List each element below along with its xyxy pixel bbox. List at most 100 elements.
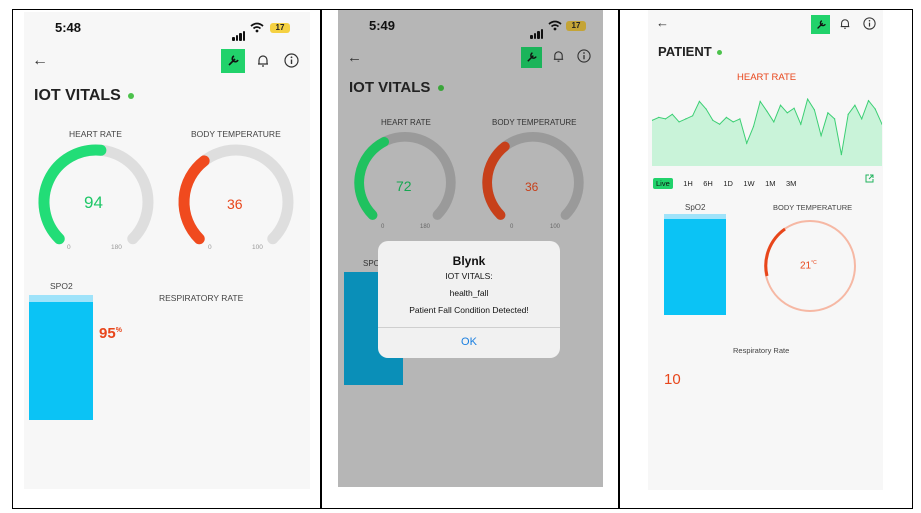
alert-divider <box>378 327 560 328</box>
alert-source: IOT VITALS: <box>445 271 493 281</box>
body-temp-value: 36 <box>227 196 243 212</box>
dashboard-title: IOT VITALS <box>349 79 444 96</box>
range-1w[interactable]: 1W <box>743 179 754 188</box>
chart-point <box>874 108 876 110</box>
chart-point <box>719 123 721 125</box>
back-arrow-icon[interactable]: ← <box>347 49 362 66</box>
spo2-bar-track <box>29 295 93 302</box>
heart-rate-value: 94 <box>84 193 103 212</box>
body-temp-value-number: 21 <box>800 260 812 272</box>
phone-screen-3: ← PATIENT HEART RATE Live 1H 6H 1D 1W 1M… <box>648 10 883 490</box>
chart-point <box>752 125 755 128</box>
bell-icon[interactable] <box>839 18 851 30</box>
chart-point <box>861 118 863 120</box>
chart-point <box>705 108 707 110</box>
chart-point <box>840 154 842 156</box>
device-title: PATIENT <box>658 44 723 59</box>
range-1d[interactable]: 1D <box>723 179 733 188</box>
bell-icon[interactable] <box>552 50 565 63</box>
body-temp-gauge-fill <box>482 141 510 220</box>
chart-point <box>725 116 727 118</box>
device-title-text: PATIENT <box>658 44 712 59</box>
phone-screen-2: 5:49 17 ← IOT VITALS HEART RATE 72 BODY … <box>338 10 603 487</box>
alert-event: health_fall <box>449 288 489 298</box>
signal-icon <box>530 21 544 39</box>
body-temp-value: 21°C <box>800 260 817 271</box>
dashboard-title-text: IOT VITALS <box>349 79 431 96</box>
chart-point <box>793 107 795 109</box>
chart-point <box>779 104 782 106</box>
phone-screen-1: 5:48 17 ← IOT VITALS HEART RATE 94 0 180… <box>24 12 310 489</box>
respiratory-rate-label: Respiratory Rate <box>733 346 790 355</box>
dashboard-title: IOT VITALS <box>34 87 135 105</box>
chart-point <box>773 121 775 123</box>
range-6h[interactable]: 6H <box>703 179 713 188</box>
heart-rate-label: HEART RATE <box>381 118 431 127</box>
bell-icon[interactable] <box>256 54 270 68</box>
chart-point <box>813 109 815 111</box>
chart-point <box>807 98 809 100</box>
body-temp-min: 0 <box>510 224 514 230</box>
status-time: 5:48 <box>55 20 82 35</box>
spo2-label: SPO2 <box>50 281 73 291</box>
chart-point <box>712 119 714 121</box>
wifi-icon <box>548 20 562 31</box>
body-temp-max: 100 <box>252 244 263 251</box>
heart-rate-max: 180 <box>420 224 431 230</box>
alert-message: Patient Fall Condition Detected! <box>409 305 529 315</box>
online-status-dot <box>128 92 135 99</box>
range-3m[interactable]: 3M <box>786 179 796 188</box>
chart-point <box>746 142 748 144</box>
spo2-unit: % <box>115 327 122 334</box>
wrench-icon[interactable] <box>521 47 542 68</box>
range-selector: Live 1H 6H 1D 1W 1M 3M <box>653 173 802 191</box>
battery-indicator: 17 <box>566 21 586 31</box>
spo2-label: SpO2 <box>685 203 706 212</box>
alert-ok-button[interactable]: OK <box>378 336 560 348</box>
body-temp-label: BODY TEMPERATURE <box>191 129 281 139</box>
chart-point <box>739 118 741 120</box>
body-temp-unit: °C <box>811 260 817 266</box>
heart-rate-gauge-fill <box>354 136 390 220</box>
chart-point <box>658 116 660 118</box>
range-1m[interactable]: 1M <box>765 179 775 188</box>
respiratory-rate-value: 10 <box>664 371 681 388</box>
body-temp-max: 100 <box>550 224 561 230</box>
chart-point <box>800 123 802 125</box>
chart-area-fill <box>652 99 882 166</box>
range-1h[interactable]: 1H <box>683 179 693 188</box>
expand-chart-icon[interactable] <box>865 174 874 183</box>
wrench-icon[interactable] <box>221 49 245 73</box>
back-arrow-icon[interactable]: ← <box>656 15 669 30</box>
fall-alert-dialog: Blynk IOT VITALS: health_fall Patient Fa… <box>378 241 560 358</box>
chart-point <box>698 100 700 102</box>
heart-rate-chart <box>652 97 882 166</box>
info-icon[interactable] <box>284 53 299 68</box>
chart-point <box>692 115 694 117</box>
chart-point <box>834 118 836 120</box>
status-time: 5:49 <box>369 18 396 33</box>
range-live[interactable]: Live <box>653 178 673 189</box>
wrench-icon[interactable] <box>811 15 830 34</box>
chart-point <box>664 118 667 120</box>
info-icon[interactable] <box>577 49 591 63</box>
back-arrow-icon[interactable]: ← <box>32 52 48 70</box>
online-status-dot <box>437 85 444 92</box>
chart-point <box>786 112 788 114</box>
chart-point <box>678 121 680 123</box>
chart-point <box>827 112 829 114</box>
heart-rate-min: 0 <box>67 244 71 251</box>
chart-point <box>847 113 849 115</box>
body-temp-ring-fill <box>764 227 786 277</box>
heart-rate-value: 72 <box>396 178 412 194</box>
online-status-dot <box>717 50 723 56</box>
chart-point <box>671 113 673 115</box>
info-icon[interactable] <box>863 17 876 30</box>
wifi-icon <box>250 22 264 33</box>
dashboard-title-text: IOT VITALS <box>34 87 121 104</box>
chart-point <box>759 100 761 102</box>
chart-point <box>685 118 687 120</box>
body-temp-label: BODY TEMPERATURE <box>773 203 853 212</box>
chart-point <box>820 135 822 137</box>
respiratory-rate-label: RESPIRATORY RATE <box>159 293 244 303</box>
